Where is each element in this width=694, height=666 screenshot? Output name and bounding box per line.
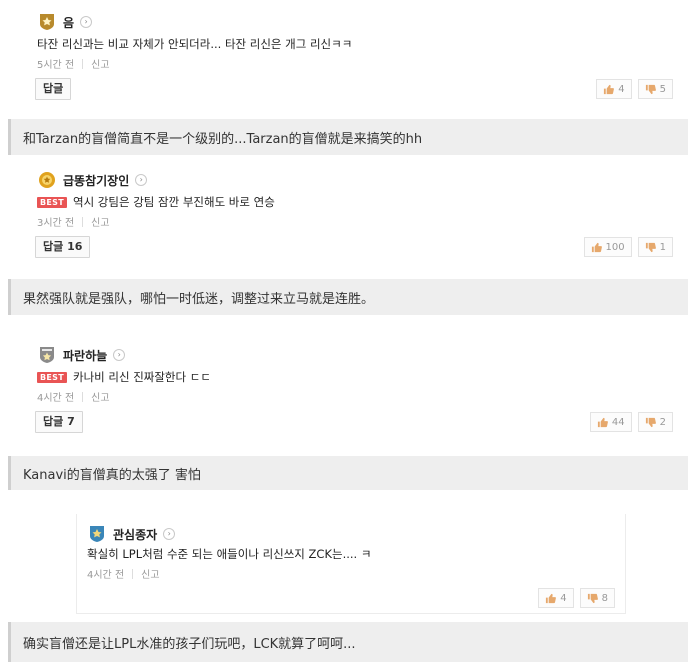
report-link[interactable]: 신고 xyxy=(91,389,109,404)
dislike-count: 1 xyxy=(659,241,666,253)
comment-meta: 3시간 전 신고 xyxy=(37,214,110,229)
vote-group: 44 2 xyxy=(589,412,673,432)
reply-button[interactable]: 답글 xyxy=(35,78,72,100)
rank-badge-icon xyxy=(37,12,57,32)
nickname[interactable]: 음 xyxy=(63,14,74,31)
timestamp: 4시간 전 xyxy=(37,393,75,404)
vote-group: 4 8 xyxy=(538,588,615,608)
comment-header: 관심종자 › xyxy=(87,524,176,544)
comment-text: BEST 역시 강팀은 강팀 잠깐 부진해도 바로 연승 xyxy=(37,194,275,210)
reply-button[interactable]: 답글 16 xyxy=(35,236,91,258)
comment-meta: 4시간 전 신고 xyxy=(37,389,110,404)
vote-group: 100 1 xyxy=(583,237,673,257)
report-link[interactable]: 신고 xyxy=(141,566,159,581)
timestamp: 4시간 전 xyxy=(87,570,125,581)
thumbs-up-icon xyxy=(597,417,608,427)
caption-translation: Kanavi的盲僧真的太强了 害怕 xyxy=(8,456,688,490)
like-button[interactable]: 44 xyxy=(589,412,632,432)
dislike-button[interactable]: 1 xyxy=(637,237,673,257)
dislike-count: 5 xyxy=(659,83,666,95)
comment-text: 확실히 LPL처럼 수준 되는 애들이나 리신쓰지 ZCK는.... ㅋ xyxy=(87,547,372,561)
timestamp: 3시간 전 xyxy=(37,218,75,229)
comment-4: 관심종자 › 확실히 LPL처럼 수준 되는 애들이나 리신쓰지 ZCK는...… xyxy=(76,514,626,614)
like-button[interactable]: 4 xyxy=(538,588,574,608)
best-badge: BEST xyxy=(37,196,67,208)
chevron-right-icon[interactable]: › xyxy=(113,349,126,361)
dislike-button[interactable]: 2 xyxy=(637,412,673,432)
caption-translation: 确实盲僧还是让LPL水准的孩子们玩吧，LCK就算了呵呵... xyxy=(8,622,688,662)
nickname[interactable]: 파란하늘 xyxy=(63,347,107,364)
caption-translation: 果然强队就是强队，哪怕一时低迷，调整过来立马就是连胜。 xyxy=(8,279,688,315)
like-count: 100 xyxy=(605,241,625,253)
like-button[interactable]: 100 xyxy=(583,237,632,257)
thumbs-up-icon xyxy=(546,593,557,603)
best-badge: BEST xyxy=(37,371,67,383)
dislike-button[interactable]: 8 xyxy=(579,588,615,608)
nickname[interactable]: 급똥참기장인 xyxy=(63,172,129,189)
comment-text: BEST 카나비 리신 진짜잘한다 ㄷㄷ xyxy=(37,369,211,385)
comment-header: 급똥참기장인 › xyxy=(37,170,148,190)
thumbs-down-icon xyxy=(645,84,656,94)
rank-badge-icon xyxy=(87,524,107,544)
caption-translation: 和Tarzan的盲僧简直不是一个级别的...Tarzan的盲僧就是来搞笑的hh xyxy=(8,119,688,155)
thumbs-down-icon xyxy=(645,417,656,427)
dislike-count: 8 xyxy=(601,592,608,604)
chevron-right-icon[interactable]: › xyxy=(80,16,93,28)
nickname[interactable]: 관심종자 xyxy=(113,526,157,543)
dislike-button[interactable]: 5 xyxy=(637,79,673,99)
comment-text: 타잔 리신과는 비교 자체가 안되더라... 타잔 리신은 개그 리신ㅋㅋ xyxy=(37,37,353,51)
comment-1: 음 › 타잔 리신과는 비교 자체가 안되더라... 타잔 리신은 개그 리신ㅋ… xyxy=(27,4,687,108)
divider xyxy=(132,568,134,579)
thumbs-down-icon xyxy=(645,242,656,252)
divider xyxy=(82,58,84,69)
reply-button[interactable]: 답글 7 xyxy=(35,411,83,433)
comment-meta: 5시간 전 신고 xyxy=(37,56,110,71)
comment-3: 파란하늘 › BEST 카나비 리신 진짜잘한다 ㄷㄷ 4시간 전 신고 답글 … xyxy=(27,337,687,441)
thumbs-up-icon xyxy=(604,84,615,94)
chevron-right-icon[interactable]: › xyxy=(163,528,176,540)
chevron-right-icon[interactable]: › xyxy=(135,174,148,186)
divider xyxy=(82,391,84,402)
vote-group: 4 5 xyxy=(596,79,673,99)
rank-badge-icon xyxy=(37,345,57,365)
comment-header: 파란하늘 › xyxy=(37,345,126,365)
comment-2: 급똥참기장인 › BEST 역시 강팀은 강팀 잠깐 부진해도 바로 연승 3시… xyxy=(27,162,687,266)
rank-badge-icon xyxy=(37,170,57,190)
comment-meta: 4시간 전 신고 xyxy=(87,566,160,581)
like-count: 44 xyxy=(611,416,625,428)
report-link[interactable]: 신고 xyxy=(91,56,109,71)
divider xyxy=(82,216,84,227)
like-count: 4 xyxy=(618,83,625,95)
thumbs-up-icon xyxy=(591,242,602,252)
thumbs-down-icon xyxy=(587,593,598,603)
like-button[interactable]: 4 xyxy=(596,79,632,99)
report-link[interactable]: 신고 xyxy=(91,214,109,229)
dislike-count: 2 xyxy=(659,416,666,428)
timestamp: 5시간 전 xyxy=(37,60,75,71)
like-count: 4 xyxy=(560,592,567,604)
comment-header: 음 › xyxy=(37,12,93,32)
